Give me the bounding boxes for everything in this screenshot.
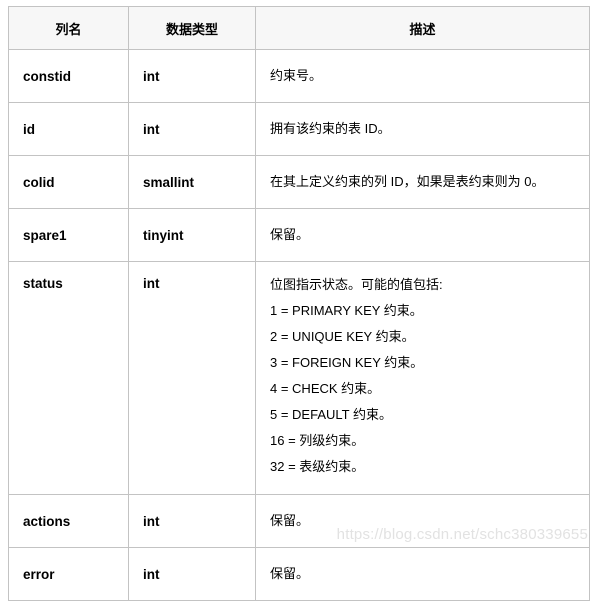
cell-data-type: int — [128, 547, 256, 601]
cell-data-type: int — [128, 261, 256, 495]
cell-description: 保留。 — [255, 494, 590, 548]
status-value-item: 5 = DEFAULT 约束。 — [270, 407, 392, 422]
cell-data-type: int — [128, 49, 256, 103]
status-value-item: 3 = FOREIGN KEY 约束。 — [270, 355, 424, 370]
column-specification-table: 列名 数据类型 描述 constid int 约束号。 id int 拥有该约束… — [8, 6, 590, 601]
cell-description: 约束号。 — [255, 49, 590, 103]
document-body: 列名 数据类型 描述 constid int 约束号。 id int 拥有该约束… — [8, 6, 590, 601]
cell-column-name: colid — [8, 155, 129, 209]
cell-data-type: int — [128, 494, 256, 548]
status-value-list: 1 = PRIMARY KEY 约束。 2 = UNIQUE KEY 约束。 3 =… — [270, 298, 577, 480]
column-header-name: 列名 — [8, 6, 129, 50]
cell-description: 拥有该约束的表 ID。 — [255, 102, 590, 156]
status-value-item: 4 = CHECK 约束。 — [270, 381, 381, 396]
cell-column-name: constid — [8, 49, 129, 103]
status-value-item: 1 = PRIMARY KEY 约束。 — [270, 303, 423, 318]
table-header: 列名 数据类型 描述 — [8, 6, 590, 50]
status-value-item: 16 = 列级约束。 — [270, 433, 365, 448]
cell-description: 位图指示状态。可能的值包括: 1 = PRIMARY KEY 约束。 2 = UN… — [255, 261, 590, 495]
table-header-row: 列名 数据类型 描述 — [8, 6, 590, 50]
cell-column-name: id — [8, 102, 129, 156]
table-row: actions int 保留。 — [8, 494, 590, 548]
table-row: colid smallint 在其上定义约束的列 ID，如果是表约束则为 0。 — [8, 155, 590, 209]
cell-column-name: status — [8, 261, 129, 495]
cell-description: 在其上定义约束的列 ID，如果是表约束则为 0。 — [255, 155, 590, 209]
table-row: id int 拥有该约束的表 ID。 — [8, 102, 590, 156]
table-row: spare1 tinyint 保留。 — [8, 208, 590, 262]
cell-data-type: int — [128, 102, 256, 156]
table-row: status int 位图指示状态。可能的值包括: 1 = PRIMARY KE… — [8, 261, 590, 495]
cell-column-name: spare1 — [8, 208, 129, 262]
table-row: error int 保留。 — [8, 547, 590, 601]
cell-description: 保留。 — [255, 208, 590, 262]
status-value-item: 2 = UNIQUE KEY 约束。 — [270, 329, 415, 344]
table-row: constid int 约束号。 — [8, 49, 590, 103]
cell-data-type: tinyint — [128, 208, 256, 262]
cell-column-name: actions — [8, 494, 129, 548]
cell-data-type: smallint — [128, 155, 256, 209]
column-header-description: 描述 — [255, 6, 590, 50]
cell-description: 保留。 — [255, 547, 590, 601]
table-body: constid int 约束号。 id int 拥有该约束的表 ID。 coli… — [8, 49, 590, 601]
description-intro: 位图指示状态。可能的值包括: — [270, 277, 443, 292]
cell-column-name: error — [8, 547, 129, 601]
status-value-item: 32 = 表级约束。 — [270, 459, 365, 474]
column-header-datatype: 数据类型 — [128, 6, 256, 50]
